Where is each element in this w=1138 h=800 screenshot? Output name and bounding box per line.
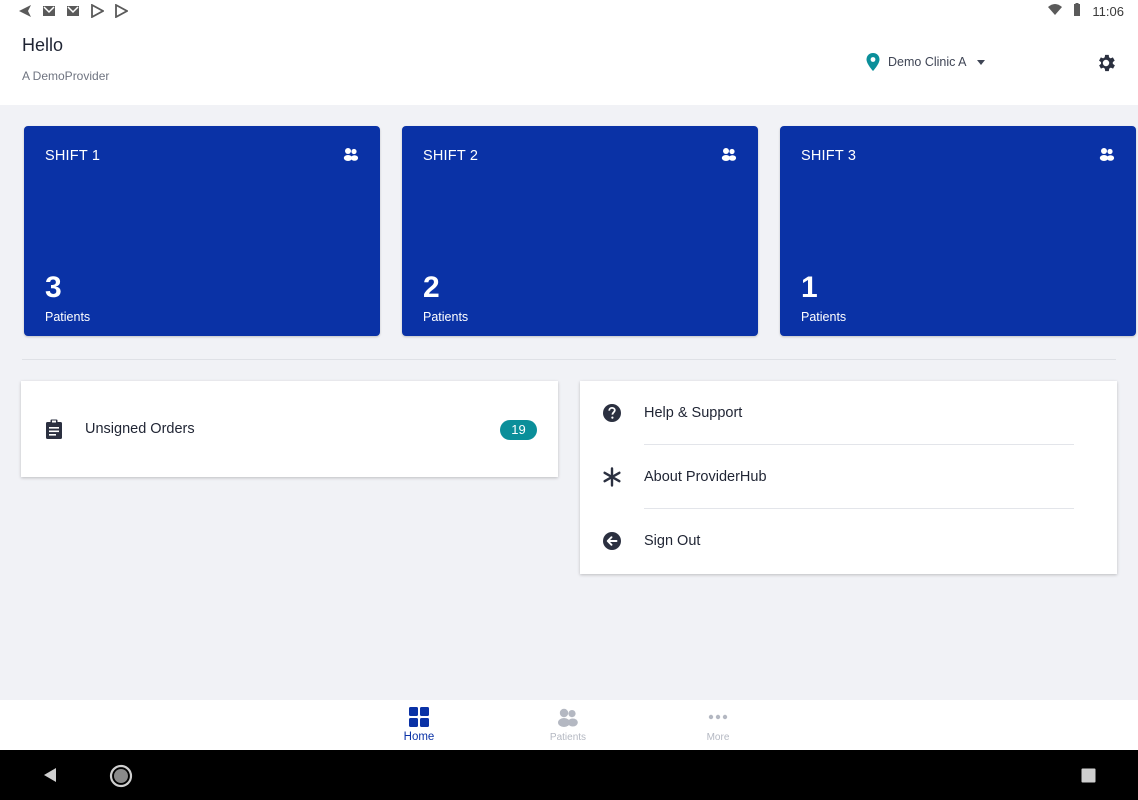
location-pin-icon bbox=[866, 53, 880, 71]
patients-icon bbox=[721, 146, 737, 162]
square-recents-icon bbox=[1081, 768, 1096, 783]
shift-patient-label: Patients bbox=[423, 310, 469, 324]
gmail-icon bbox=[66, 4, 80, 23]
shift-title: SHIFT 1 bbox=[45, 148, 101, 164]
help-icon bbox=[602, 403, 622, 423]
about-label: About ProviderHub bbox=[644, 469, 767, 485]
status-time: 11:06 bbox=[1092, 4, 1124, 19]
system-home-button[interactable] bbox=[109, 764, 133, 788]
unsigned-orders-label: Unsigned Orders bbox=[85, 421, 195, 437]
gear-icon bbox=[1095, 52, 1117, 74]
nav-more-label: More bbox=[706, 732, 730, 743]
gmail-icon bbox=[42, 4, 56, 23]
shift-card-1[interactable]: SHIFT 1 3 Patients bbox=[24, 126, 380, 336]
unsigned-orders-badge: 19 bbox=[500, 420, 537, 440]
shift-card-2[interactable]: SHIFT 2 2 Patients bbox=[402, 126, 758, 336]
system-recents-button[interactable] bbox=[1081, 768, 1096, 783]
section-divider bbox=[22, 359, 1116, 360]
chevron-down-icon bbox=[976, 59, 985, 65]
system-nav-bar bbox=[0, 750, 1138, 800]
circle-home-icon bbox=[109, 764, 133, 788]
patients-icon bbox=[343, 146, 359, 162]
sign-out-icon bbox=[602, 531, 622, 551]
app-header: Hello A DemoProvider Demo Clinic A bbox=[0, 24, 1138, 105]
nav-home-label: Home bbox=[403, 731, 435, 743]
unsigned-orders-card[interactable]: Unsigned Orders 19 bbox=[21, 381, 558, 477]
asterisk-icon bbox=[602, 467, 622, 487]
shift-patient-label: Patients bbox=[801, 310, 847, 324]
clinic-selector[interactable]: Demo Clinic A bbox=[866, 53, 985, 71]
shift-title: SHIFT 3 bbox=[801, 148, 857, 164]
clinic-name: Demo Clinic A bbox=[888, 55, 967, 69]
play-store-icon bbox=[90, 3, 105, 23]
help-support-item[interactable]: Help & Support bbox=[580, 381, 1117, 445]
patients-icon bbox=[557, 706, 579, 728]
shift-patient-count: 3 bbox=[45, 271, 62, 304]
nav-home[interactable]: Home bbox=[369, 700, 469, 750]
system-back-button[interactable] bbox=[42, 767, 58, 783]
nav-patients[interactable]: Patients bbox=[518, 700, 618, 750]
nav-more[interactable]: More bbox=[668, 700, 768, 750]
clipboard-icon bbox=[45, 419, 63, 439]
sign-out-label: Sign Out bbox=[644, 533, 701, 549]
shift-patient-count: 1 bbox=[801, 271, 818, 304]
nav-patients-label: Patients bbox=[549, 732, 587, 743]
shift-card-3[interactable]: SHIFT 3 1 Patients bbox=[780, 126, 1136, 336]
back-arrow-icon bbox=[18, 4, 32, 23]
wifi-icon bbox=[1048, 3, 1063, 20]
about-item[interactable]: About ProviderHub bbox=[580, 445, 1117, 509]
sign-out-item[interactable]: Sign Out bbox=[580, 509, 1117, 573]
bottom-nav: Home Patients More bbox=[0, 700, 1138, 750]
play-store-icon bbox=[114, 3, 129, 23]
settings-button[interactable] bbox=[1095, 52, 1117, 74]
provider-name: A DemoProvider bbox=[22, 69, 110, 83]
status-bar: 11:06 bbox=[0, 0, 1138, 24]
patients-icon bbox=[1099, 146, 1115, 162]
account-menu-card: Help & Support About ProviderHub Sign Ou… bbox=[580, 381, 1117, 574]
shift-patient-count: 2 bbox=[423, 271, 440, 304]
more-icon bbox=[707, 706, 729, 728]
greeting-title: Hello bbox=[22, 35, 64, 55]
triangle-back-icon bbox=[42, 767, 58, 783]
help-support-label: Help & Support bbox=[644, 405, 743, 421]
shift-title: SHIFT 2 bbox=[423, 148, 479, 164]
grid-icon bbox=[408, 706, 430, 728]
shift-patient-label: Patients bbox=[45, 310, 91, 324]
battery-icon bbox=[1070, 3, 1084, 20]
